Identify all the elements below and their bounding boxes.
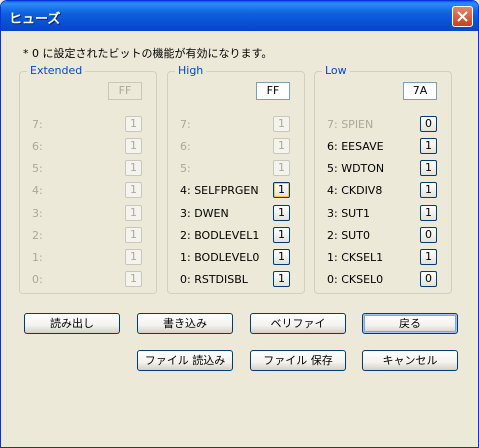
high-bit-6: 6: 1 bbox=[180, 138, 296, 156]
bit-label: 0: CKSEL0 bbox=[327, 273, 384, 286]
bit-toggle: 1 bbox=[273, 160, 290, 176]
bit-label: 1: CKSEL1 bbox=[327, 251, 384, 264]
bit-toggle[interactable]: 1 bbox=[420, 160, 437, 176]
extended-bit-1: 1: 1 bbox=[32, 249, 148, 267]
bit-label: 4: bbox=[32, 184, 43, 197]
verify-button[interactable]: ベリファイ bbox=[250, 313, 346, 334]
bit-toggle: 1 bbox=[125, 182, 142, 198]
low-bit-6: 6: EESAVE 1 bbox=[327, 138, 443, 156]
bit-toggle[interactable]: 1 bbox=[273, 182, 290, 198]
bit-toggle: 1 bbox=[125, 116, 142, 132]
bit-label: 3: bbox=[32, 207, 43, 220]
bit-label: 4: SELFPRGEN bbox=[180, 184, 259, 197]
bit-label: 1: BODLEVEL0 bbox=[180, 251, 260, 264]
bit-toggle: 1 bbox=[125, 160, 142, 176]
bit-toggle: 1 bbox=[125, 249, 142, 265]
extended-group-label: Extended bbox=[27, 64, 86, 77]
extended-bit-2: 2: 1 bbox=[32, 227, 148, 245]
file-read-button[interactable]: ファイル 読込み bbox=[137, 350, 233, 371]
bit-label: 2: SUT0 bbox=[327, 229, 370, 242]
extended-bit-3: 3: 1 bbox=[32, 205, 148, 223]
close-icon bbox=[457, 11, 468, 22]
bit-toggle: 1 bbox=[125, 205, 142, 221]
low-bit-3: 3: SUT1 1 bbox=[327, 205, 443, 223]
bit-toggle[interactable]: 1 bbox=[273, 205, 290, 221]
bit-toggle[interactable]: 0 bbox=[420, 116, 437, 132]
extended-hex-field: FF bbox=[108, 82, 142, 100]
bit-toggle[interactable]: 1 bbox=[273, 249, 290, 265]
bit-label: 1: bbox=[32, 251, 43, 264]
title-bar[interactable]: ヒューズ bbox=[1, 1, 478, 31]
bit-toggle[interactable]: 1 bbox=[420, 249, 437, 265]
low-bit-1: 1: CKSEL1 1 bbox=[327, 249, 443, 267]
bit-label: 5: WDTON bbox=[327, 162, 385, 175]
bit-toggle: 1 bbox=[125, 227, 142, 243]
bit-toggle[interactable]: 1 bbox=[420, 205, 437, 221]
extended-group: Extended FF 7: 1 6: 1 5: 1 4: 1 3: 1 2: 1 1: 1 … bbox=[19, 64, 157, 294]
bit-toggle[interactable]: 0 bbox=[420, 271, 437, 287]
bit-label: 6: bbox=[32, 140, 43, 153]
bit-label: 2: bbox=[32, 229, 43, 242]
extended-bit-4: 4: 1 bbox=[32, 182, 148, 200]
bit-toggle[interactable]: 1 bbox=[420, 138, 437, 154]
low-group-label: Low bbox=[322, 64, 350, 77]
bit-label: 5: bbox=[32, 162, 43, 175]
cancel-button[interactable]: キャンセル bbox=[362, 350, 458, 371]
bit-label: 0: bbox=[32, 273, 43, 286]
note-text: * 0 に設定されたビットの機能が有効になります。 bbox=[23, 47, 273, 60]
bit-label: 6: bbox=[180, 140, 191, 153]
high-group-label: High bbox=[175, 64, 207, 77]
high-bit-2: 2: BODLEVEL1 1 bbox=[180, 227, 296, 245]
high-group: High FF 7: 1 6: 1 5: 1 4: SELFPRGEN 1 3: DWE… bbox=[167, 64, 305, 294]
high-bit-5: 5: 1 bbox=[180, 160, 296, 178]
high-hex-field[interactable]: FF bbox=[256, 82, 290, 100]
bit-label: 4: CKDIV8 bbox=[327, 184, 383, 197]
fuse-dialog: ヒューズ * 0 に設定されたビットの機能が有効になります。 Extended … bbox=[0, 0, 479, 448]
high-bit-7: 7: 1 bbox=[180, 116, 296, 134]
window-title: ヒューズ bbox=[9, 12, 61, 27]
extended-bit-5: 5: 1 bbox=[32, 160, 148, 178]
low-bit-7: 7: SPIEN 0 bbox=[327, 116, 443, 134]
low-group: Low 7A 7: SPIEN 0 6: EESAVE 1 5: WDTON 1 4:… bbox=[314, 64, 452, 294]
extended-bit-6: 6: 1 bbox=[32, 138, 148, 156]
high-bit-3: 3: DWEN 1 bbox=[180, 205, 296, 223]
high-bit-4: 4: SELFPRGEN 1 bbox=[180, 182, 296, 200]
read-button[interactable]: 読み出し bbox=[24, 313, 120, 334]
write-button[interactable]: 書き込み bbox=[137, 313, 233, 334]
extended-bit-0: 0: 1 bbox=[32, 271, 148, 289]
back-button[interactable]: 戻る bbox=[362, 313, 458, 334]
bit-toggle: 1 bbox=[125, 138, 142, 154]
high-bit-0: 0: RSTDISBL 1 bbox=[180, 271, 296, 289]
bit-label: 6: EESAVE bbox=[327, 140, 384, 153]
dialog-client: * 0 に設定されたビットの機能が有効になります。 Extended FF 7:… bbox=[5, 31, 474, 443]
bit-toggle[interactable]: 0 bbox=[420, 227, 437, 243]
extended-bit-7: 7: 1 bbox=[32, 116, 148, 134]
bit-label: 0: RSTDISBL bbox=[180, 273, 248, 286]
bit-toggle: 1 bbox=[273, 116, 290, 132]
low-bit-5: 5: WDTON 1 bbox=[327, 160, 443, 178]
bit-label: 7: bbox=[180, 118, 191, 131]
file-save-button[interactable]: ファイル 保存 bbox=[250, 350, 346, 371]
low-bit-0: 0: CKSEL0 0 bbox=[327, 271, 443, 289]
bit-toggle: 1 bbox=[273, 138, 290, 154]
low-bit-2: 2: SUT0 0 bbox=[327, 227, 443, 245]
bit-toggle[interactable]: 1 bbox=[273, 271, 290, 287]
bit-label: 7: SPIEN bbox=[327, 118, 374, 131]
bit-toggle: 1 bbox=[125, 271, 142, 287]
high-bit-1: 1: BODLEVEL0 1 bbox=[180, 249, 296, 267]
bit-label: 2: BODLEVEL1 bbox=[180, 229, 260, 242]
low-bit-4: 4: CKDIV8 1 bbox=[327, 182, 443, 200]
bit-label: 3: SUT1 bbox=[327, 207, 370, 220]
low-hex-field[interactable]: 7A bbox=[403, 82, 437, 100]
bit-toggle[interactable]: 1 bbox=[273, 227, 290, 243]
bit-label: 5: bbox=[180, 162, 191, 175]
bit-toggle[interactable]: 1 bbox=[420, 182, 437, 198]
bit-label: 3: DWEN bbox=[180, 207, 229, 220]
close-button[interactable] bbox=[452, 6, 473, 27]
bit-label: 7: bbox=[32, 118, 43, 131]
